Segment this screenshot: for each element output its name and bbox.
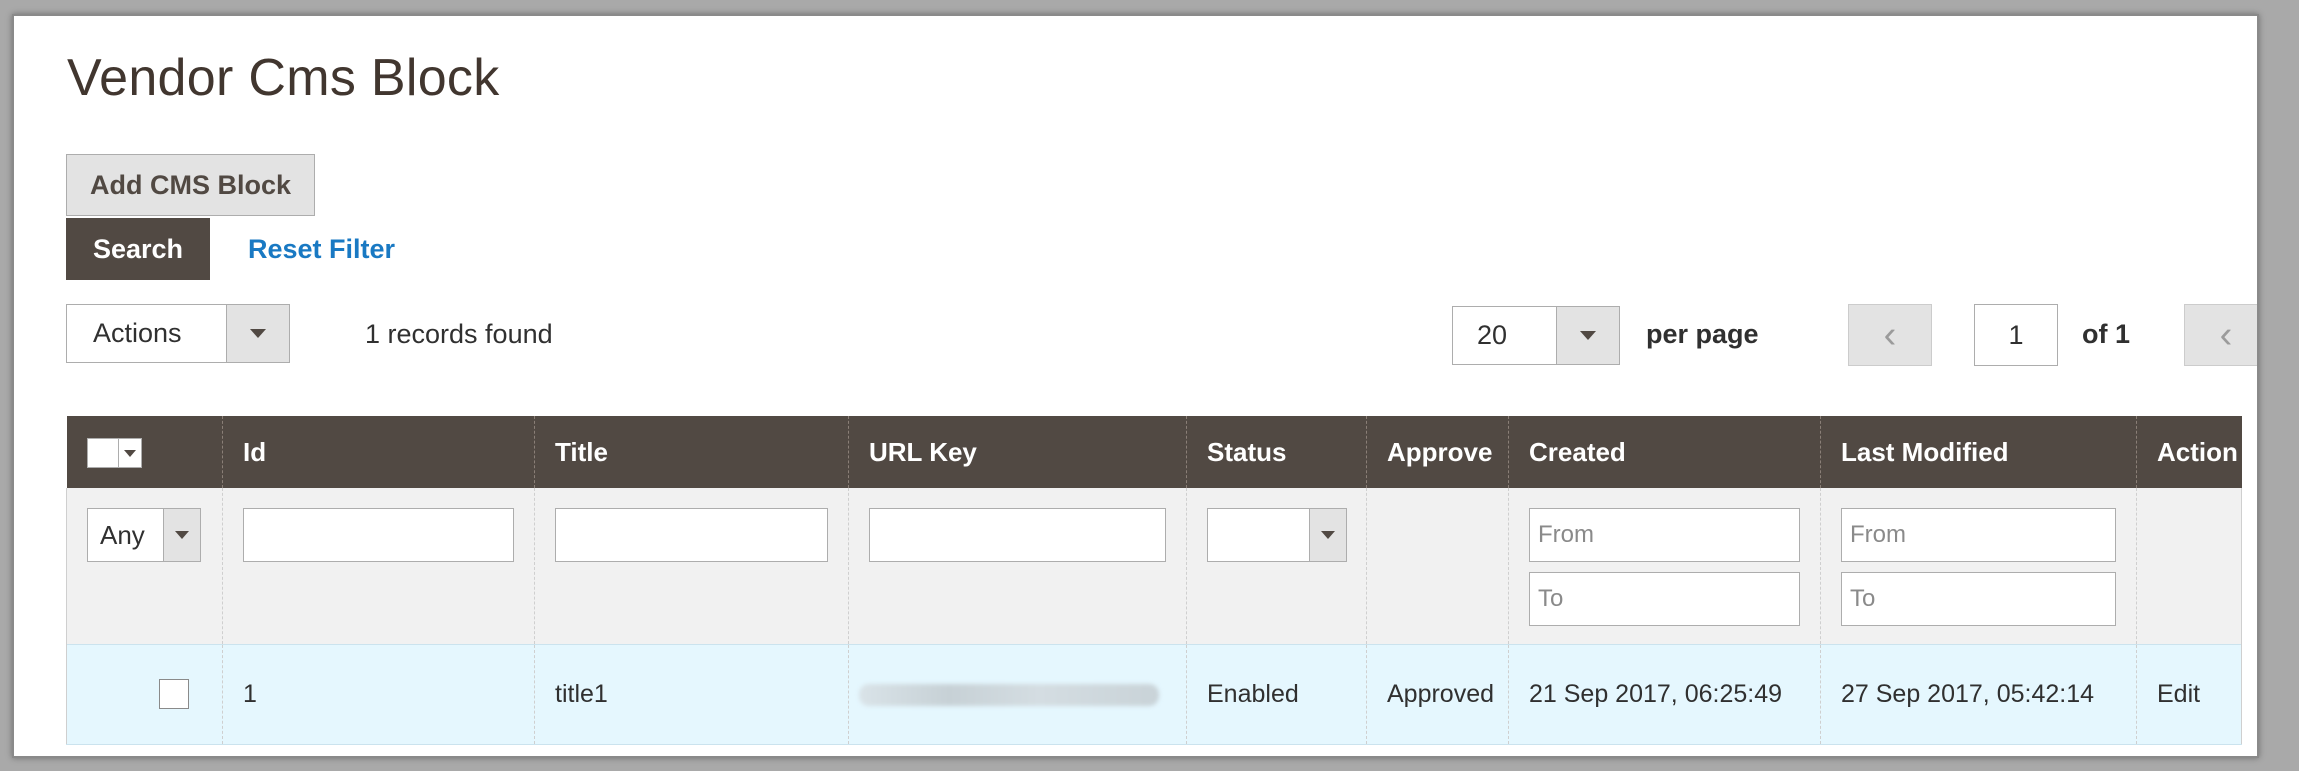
per-page-value: 20 [1477, 320, 1508, 350]
column-header-title[interactable]: Title [534, 416, 849, 488]
grid-filter-row: Any [66, 488, 2242, 644]
redacted-url-key [859, 683, 1159, 706]
per-page-label: per page [1646, 319, 1759, 349]
chevron-down-icon[interactable] [226, 305, 289, 362]
column-header-action: Action [2136, 416, 2242, 488]
total-pages-label: of 1 [2082, 319, 2131, 349]
search-button[interactable]: Search [66, 218, 210, 280]
filter-status-select[interactable] [1207, 508, 1347, 562]
chevron-down-icon[interactable] [1556, 307, 1619, 364]
mass-select-header [66, 416, 223, 488]
mass-select-checkbox[interactable] [86, 438, 142, 469]
cell-id: 1 [222, 643, 535, 745]
any-filter-select[interactable]: Any [87, 508, 201, 562]
reset-filter-link[interactable]: Reset Filter [248, 234, 395, 265]
cell-last-modified: 27 Sep 2017, 05:42:14 [1820, 643, 2137, 745]
cell-approve: Approved [1366, 643, 1509, 745]
filter-url-key-input[interactable] [869, 508, 1166, 562]
filter-created-cell [1508, 488, 1821, 644]
filter-title-cell [534, 488, 849, 644]
actions-dropdown[interactable]: Actions [66, 304, 290, 363]
column-header-last-modified[interactable]: Last Modified [1820, 416, 2137, 488]
cell-url-key [848, 643, 1187, 745]
filter-status-cell [1186, 488, 1367, 644]
column-header-approve[interactable]: Approve [1366, 416, 1509, 488]
add-cms-block-button[interactable]: Add CMS Block [66, 154, 315, 216]
filter-action-cell [2136, 488, 2242, 644]
row-select-cell [66, 643, 223, 745]
cell-title: title1 [534, 643, 849, 745]
filter-last-modified-cell [1820, 488, 2137, 644]
page-title: Vendor Cms Block [67, 49, 500, 107]
cell-status: Enabled [1186, 643, 1367, 745]
cell-created: 21 Sep 2017, 06:25:49 [1508, 643, 1821, 745]
any-filter-label: Any [100, 520, 145, 550]
filter-mass-cell: Any [66, 488, 223, 644]
page-number-input[interactable]: 1 [1974, 304, 2058, 366]
records-found-text: 1 records found [365, 319, 553, 349]
previous-page-button[interactable]: ‹ [1848, 304, 1932, 366]
modified-to-input[interactable] [1841, 572, 2116, 626]
column-header-status[interactable]: Status [1186, 416, 1367, 488]
row-checkbox[interactable] [159, 679, 189, 709]
per-page-dropdown[interactable]: 20 [1452, 306, 1620, 365]
chevron-down-icon[interactable] [163, 509, 200, 561]
chevron-down-icon[interactable] [117, 439, 141, 468]
next-page-button[interactable]: ‹ [2184, 304, 2257, 366]
filter-url-key-cell [848, 488, 1187, 644]
table-row[interactable]: 1 title1 Enabled Approved 21 Sep 2017, 0… [66, 643, 2242, 745]
filter-title-input[interactable] [555, 508, 828, 562]
created-to-input[interactable] [1529, 572, 1800, 626]
edit-link[interactable]: Edit [2136, 643, 2242, 745]
page-frame: Vendor Cms Block Add CMS Block Search Re… [12, 14, 2259, 758]
actions-dropdown-label: Actions [93, 318, 182, 348]
chevron-left-icon: ‹ [1883, 313, 1897, 356]
filter-id-input[interactable] [243, 508, 514, 562]
created-from-input[interactable] [1529, 508, 1800, 562]
modified-from-input[interactable] [1841, 508, 2116, 562]
column-header-id[interactable]: Id [222, 416, 535, 488]
filter-approve-cell [1366, 488, 1509, 644]
chevron-left-icon: ‹ [2219, 313, 2233, 356]
filter-id-cell [222, 488, 535, 644]
chevron-down-icon[interactable] [1309, 509, 1346, 561]
column-header-url-key[interactable]: URL Key [848, 416, 1187, 488]
cms-block-grid: Id Title URL Key Status Approve Created … [66, 416, 2242, 745]
column-header-created[interactable]: Created [1508, 416, 1821, 488]
grid-header-row: Id Title URL Key Status Approve Created … [66, 416, 2242, 488]
